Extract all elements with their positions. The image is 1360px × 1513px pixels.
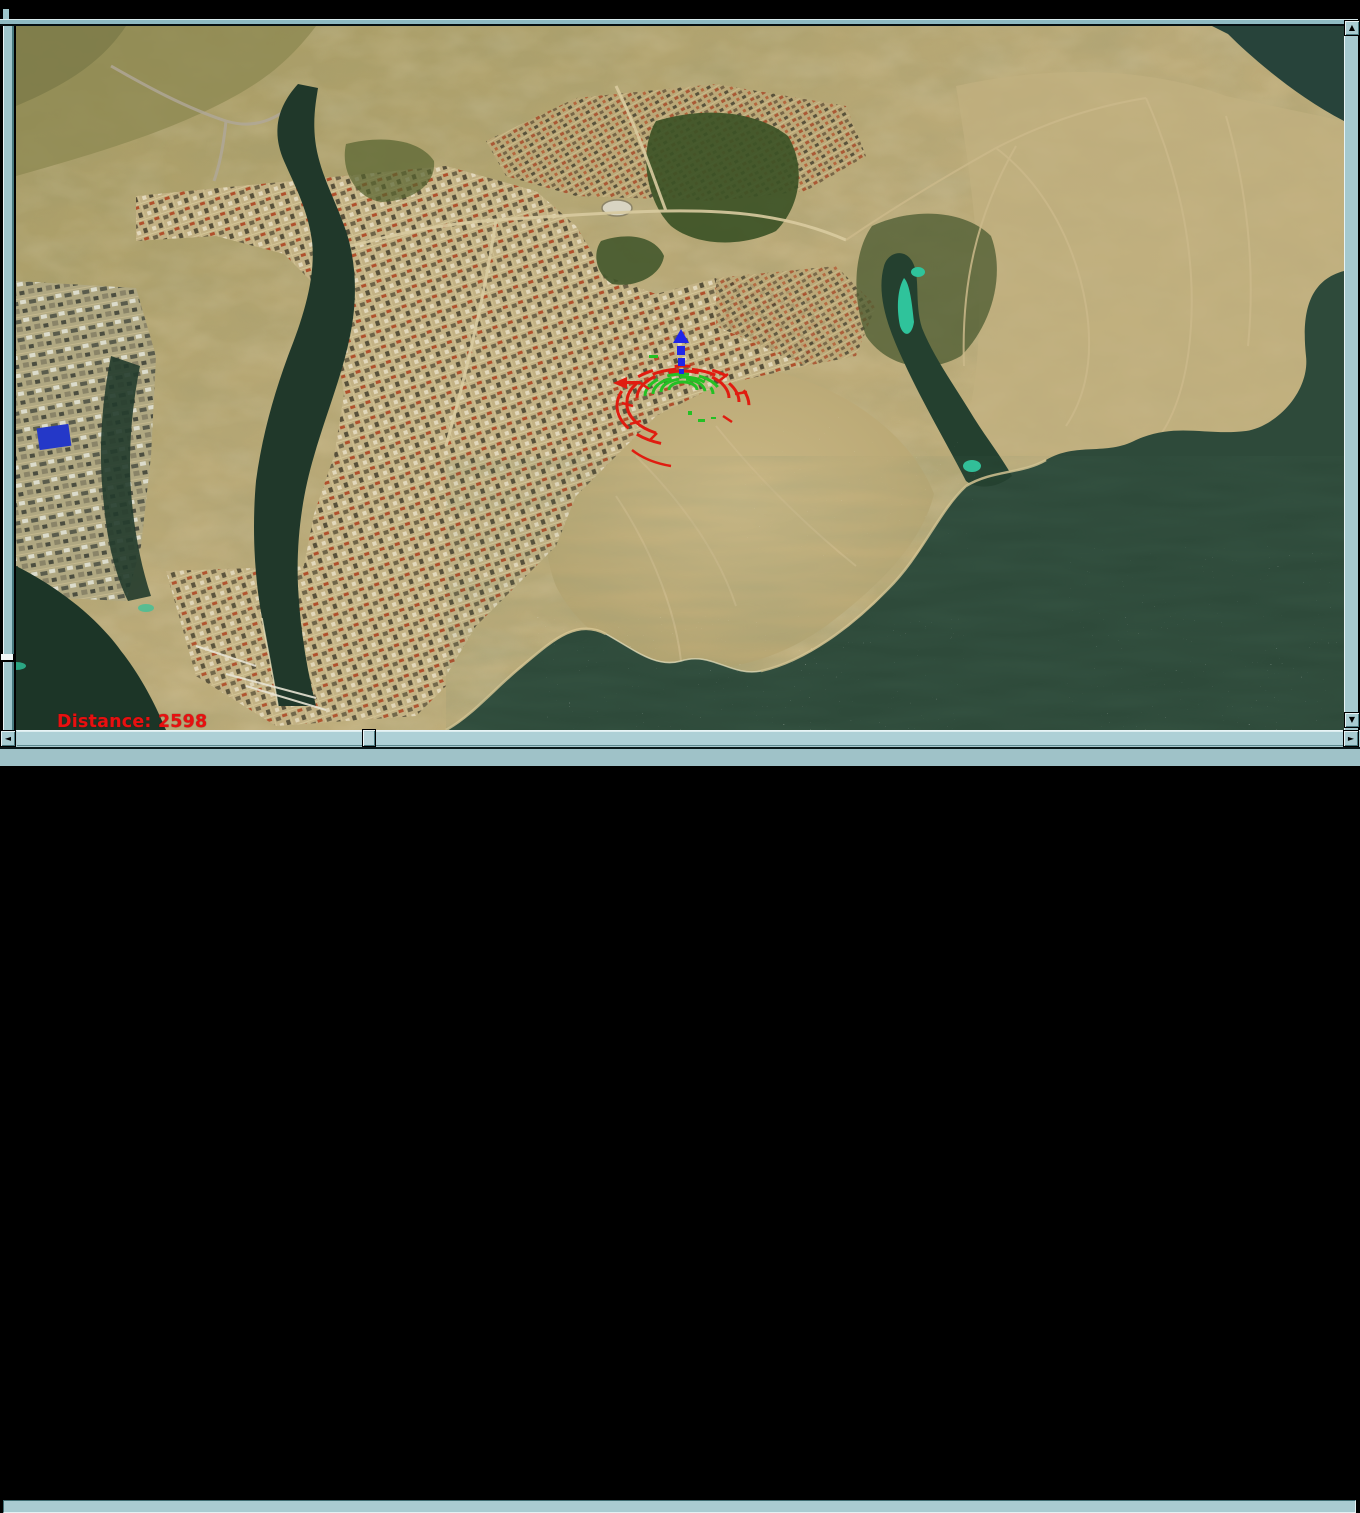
frame-left-border: [0, 26, 16, 730]
map-viewport[interactable]: Distance: 2598 Orient: 360 0 0 curPos: 7…: [16, 26, 1344, 730]
horizontal-scrollbar-thumb[interactable]: [362, 729, 376, 747]
frame-corner-notch: [3, 9, 9, 19]
status-bar: [0, 749, 1360, 1513]
horizontal-scrollbar-track[interactable]: [17, 731, 1343, 746]
frame-left-strip: [4, 26, 12, 730]
window-top-band: [0, 0, 1360, 19]
frame-left-shadow: [12, 26, 14, 730]
status-bar-panel: [3, 1500, 1356, 1513]
scroll-right-icon: ►: [1347, 733, 1355, 743]
left-splitter-handle[interactable]: [1, 654, 14, 662]
scroll-right-button[interactable]: ►: [1343, 730, 1359, 747]
scroll-up-button[interactable]: ▲: [1344, 20, 1360, 36]
debug-overlay: Distance: 2598 Orient: 360 0 0 curPos: 7…: [57, 651, 678, 730]
scroll-up-icon: ▲: [1348, 23, 1356, 32]
scroll-down-icon: ▼: [1348, 715, 1356, 724]
scroll-left-button[interactable]: ◄: [0, 730, 16, 747]
scroll-down-button[interactable]: ▼: [1344, 712, 1360, 728]
terrain-map: [16, 26, 1344, 730]
blue-building: [36, 423, 72, 451]
debug-distance: Distance: 2598: [57, 712, 208, 730]
scroll-left-icon: ◄: [4, 733, 12, 743]
